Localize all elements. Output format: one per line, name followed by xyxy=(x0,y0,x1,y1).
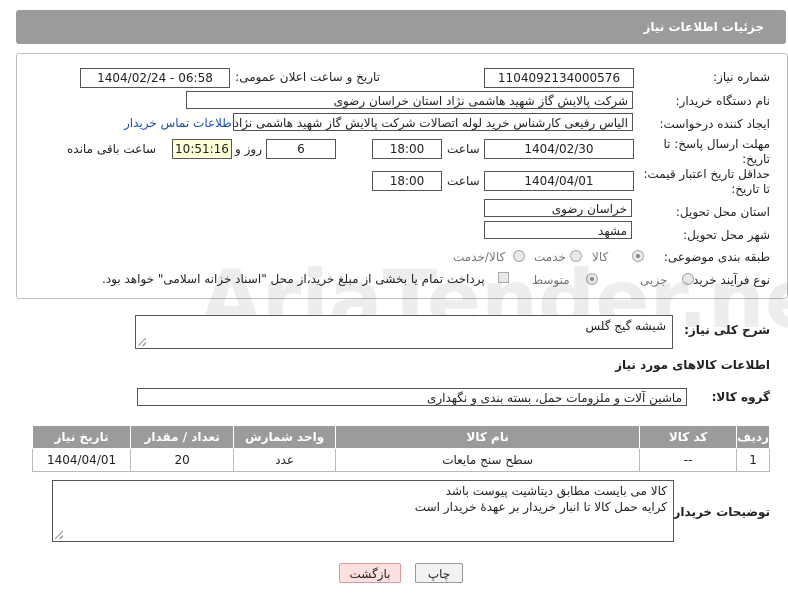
category-radio-goods-service[interactable] xyxy=(513,250,525,262)
city-field: مشهد xyxy=(484,221,632,239)
process-radio-medium[interactable] xyxy=(586,273,598,285)
price-validity-date-field: 1404/04/01 xyxy=(484,171,634,191)
page-title: جزئیات اطلاعات نیاز xyxy=(643,20,764,34)
buyer-notes-label: توضیحات خریدار: xyxy=(668,505,770,519)
cell-unit: عدد xyxy=(233,448,337,472)
resize-handle-icon[interactable] xyxy=(138,338,146,346)
back-button[interactable]: بازگشت xyxy=(339,563,401,583)
col-header-row-number: ردیف xyxy=(736,425,770,449)
category-option-service: خدمت xyxy=(534,250,566,264)
price-validity-time-field: 18:00 xyxy=(372,171,442,191)
buyer-notes-textarea[interactable]: کالا می بایست مطابق دیتاشیت پیوست باشد ک… xyxy=(52,480,674,542)
description-text: شیشه گیج گلس xyxy=(585,319,666,333)
category-option-goods: کالا xyxy=(592,250,609,264)
price-validity-time-label: ساعت xyxy=(447,174,480,188)
print-button[interactable]: چاپ xyxy=(415,563,463,583)
col-header-unit: واحد شمارش xyxy=(233,425,337,449)
remaining-time-field: 10:51:16 xyxy=(172,139,232,159)
col-header-need-date: تاریخ نیاز xyxy=(31,425,132,449)
remaining-time-label: ساعت باقی مانده xyxy=(67,142,157,156)
deadline-date-field: 1404/02/30 xyxy=(484,139,634,159)
treasury-payment-checkbox[interactable] xyxy=(498,272,509,283)
buyer-notes-line-2: کرایه حمل کالا تا انبار خریدار بر عهدهٔ … xyxy=(414,500,667,514)
city-label: شهر محل تحویل: xyxy=(683,228,770,242)
treasury-payment-note: پرداخت تمام یا بخشی از مبلغ خرید،از محل … xyxy=(102,272,485,286)
description-label: شرح کلی نیاز: xyxy=(684,323,770,337)
category-radio-service[interactable] xyxy=(570,250,582,262)
goods-table-header-row: ردیف کد کالا نام کالا واحد شمارش تعداد /… xyxy=(31,425,770,449)
category-label: طبقه بندی موضوعی: xyxy=(663,250,770,264)
category-radio-goods[interactable] xyxy=(632,250,644,262)
goods-table: ردیف کد کالا نام کالا واحد شمارش تعداد /… xyxy=(31,425,770,472)
days-remaining-field: 6 xyxy=(266,139,336,159)
process-type-label: نوع فرآیند خرید : xyxy=(685,273,770,287)
resize-handle-icon[interactable] xyxy=(55,531,63,539)
col-header-item-code: کد کالا xyxy=(639,425,738,449)
goods-group-label: گروه کالا: xyxy=(711,390,770,404)
goods-group-field: ماشین آلات و ملزومات حمل، بسته بندی و نگ… xyxy=(137,388,687,406)
announce-date-field: 1404/02/24 - 06:58 xyxy=(80,68,230,88)
buyer-contact-link[interactable]: اطلاعات تماس خریدار xyxy=(124,116,235,130)
deadline-time-field: 18:00 xyxy=(372,139,442,159)
creator-field: الیاس رفیعی کارشناس خرید لوله اتصالات شر… xyxy=(233,113,633,131)
price-validity-label-line1: حداقل تاریخ اعتبار قیمت: xyxy=(643,167,770,181)
price-validity-label-line2: تا تاریخ: xyxy=(731,182,770,196)
goods-section-title: اطلاعات کالاهای مورد نیاز xyxy=(615,358,770,372)
province-label: استان محل تحویل: xyxy=(675,205,770,219)
announce-date-label: تاریخ و ساعت اعلان عمومی: xyxy=(235,70,380,84)
process-option-minor: جزیی xyxy=(640,273,668,287)
cell-item-code: -- xyxy=(639,448,738,472)
col-header-quantity: تعداد / مقدار xyxy=(130,425,235,449)
process-option-medium: متوسط xyxy=(532,273,570,287)
province-field: خراسان رضوی xyxy=(484,199,632,217)
col-header-item-name: نام کالا xyxy=(335,425,641,449)
deadline-label-line2: تاریخ: xyxy=(742,152,770,166)
need-number-field: 1104092134000576 xyxy=(484,68,634,88)
cell-item-name: سطح سنج مایعات xyxy=(335,448,641,472)
buyer-org-field: شرکت پالایش گاز شهید هاشمی نژاد استان خر… xyxy=(186,91,633,109)
buyer-org-label: نام دستگاه خریدار: xyxy=(675,94,771,108)
days-label: روز و xyxy=(235,142,262,156)
cell-quantity: 20 xyxy=(130,448,235,472)
description-textarea[interactable]: شیشه گیج گلس xyxy=(135,315,673,349)
deadline-label-line1: مهلت ارسال پاسخ: تا xyxy=(663,137,770,151)
category-option-goods-service: کالا/خدمت xyxy=(453,250,506,264)
table-row[interactable]: 1 -- سطح سنج مایعات عدد 20 1404/04/01 xyxy=(31,448,770,472)
cell-row-number: 1 xyxy=(736,448,770,472)
need-number-label: شماره نیاز: xyxy=(713,70,770,84)
cell-need-date: 1404/04/01 xyxy=(31,448,132,472)
buyer-notes-line-1: کالا می بایست مطابق دیتاشیت پیوست باشد xyxy=(445,484,667,498)
deadline-time-label: ساعت xyxy=(447,142,480,156)
process-radio-minor[interactable] xyxy=(682,273,694,285)
creator-label: ایجاد کننده درخواست: xyxy=(659,117,770,131)
page-header: جزئیات اطلاعات نیاز xyxy=(16,10,786,44)
